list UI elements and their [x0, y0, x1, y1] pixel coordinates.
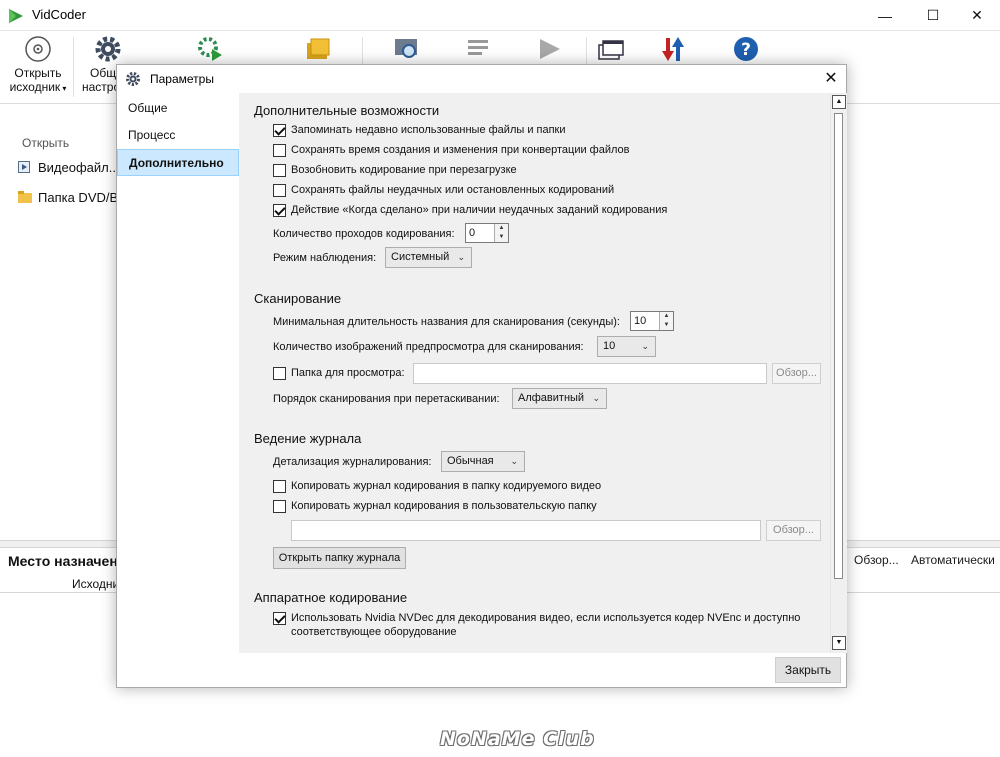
open-source-label-1: Открыть — [14, 66, 62, 80]
toolbar-separator — [73, 37, 74, 97]
folder-queue-icon[interactable] — [304, 35, 332, 63]
keep-failed-label: Сохранять файлы неудачных или остановлен… — [291, 184, 615, 196]
resume-on-restart-checkbox[interactable] — [273, 164, 286, 177]
queue-list-icon[interactable] — [466, 35, 494, 63]
nvdec-label-line2: соответствующее оборудование — [291, 626, 457, 638]
drag-order-select[interactable]: Алфавитный ⌄ — [512, 388, 607, 409]
log-verbosity-label: Детализация журналирования: — [273, 456, 432, 468]
nvdec-label-line1: Использовать Nvidia NVDec для декодирова… — [291, 612, 801, 624]
remember-recent-checkbox[interactable] — [273, 124, 286, 137]
svg-text:?: ? — [741, 40, 751, 60]
copy-log-to-custom-label: Копировать журнал кодирования в пользова… — [291, 500, 597, 512]
open-section-label: Открыть — [22, 136, 70, 150]
chevron-down-icon: ⌄ — [457, 252, 465, 262]
section-title-advanced: Дополнительные возможности — [254, 103, 440, 118]
close-window-button[interactable]: ✕ — [954, 0, 1000, 31]
resume-on-restart-label: Возобновить кодирование при перезагрузке — [291, 164, 517, 176]
open-log-folder-button[interactable]: Открыть папку журнала — [273, 547, 406, 569]
watch-mode-label: Режим наблюдения: — [273, 252, 377, 264]
section-title-logging: Ведение журнала — [254, 431, 362, 446]
folder-icon — [18, 191, 32, 203]
minimize-button[interactable]: — — [862, 0, 908, 31]
settings-scrollbar[interactable]: ▲ ▼ — [830, 93, 847, 653]
windows-icon[interactable] — [597, 35, 625, 63]
help-icon[interactable]: ? — [732, 35, 760, 63]
destination-browse-button[interactable]: Обзор... — [854, 553, 899, 567]
open-video-file-link[interactable]: Видеофайл... — [18, 160, 120, 175]
keep-failed-checkbox[interactable] — [273, 184, 286, 197]
copy-log-to-custom-checkbox[interactable] — [273, 500, 286, 513]
preview-search-icon[interactable] — [393, 35, 421, 63]
gear-icon — [126, 72, 140, 86]
dialog-title: Параметры — [150, 72, 214, 86]
app-titlebar: VidCoder — ☐ ✕ — [0, 0, 1000, 31]
play-encode-icon[interactable] — [535, 35, 563, 63]
chevron-down-icon: ⌄ — [592, 393, 600, 403]
encode-passes-label: Количество проходов кодирования: — [273, 228, 455, 240]
stepper-arrows[interactable]: ▲ ▼ — [659, 312, 673, 330]
destination-title: Место назначен — [8, 553, 118, 569]
dialog-footer — [117, 653, 846, 687]
remember-recent-label: Запоминать недавно использованные файлы … — [291, 124, 566, 136]
scroll-down-arrow-icon[interactable]: ▼ — [832, 636, 846, 650]
maximize-button[interactable]: ☐ — [910, 0, 956, 31]
stepper-arrows[interactable]: ▲ ▼ — [494, 224, 508, 242]
chevron-down-icon: ⌄ — [510, 456, 518, 466]
min-title-label: Минимальная длительность названия для ск… — [273, 316, 620, 328]
settings-nav: Общие Процесс Дополнительно — [117, 93, 239, 653]
section-title-scan: Сканирование — [254, 291, 342, 306]
destination-source-label: Исходни — [72, 577, 120, 591]
keep-timestamps-label: Сохранять время создания и изменения при… — [291, 144, 630, 156]
preview-count-select[interactable]: 10 ⌄ — [597, 336, 656, 357]
section-title-hardware: Аппаратное кодирование — [254, 590, 408, 605]
watch-folder-input[interactable] — [413, 363, 767, 384]
chevron-down-icon: ⌄ — [641, 341, 649, 351]
when-done-action-checkbox[interactable] — [273, 204, 286, 217]
vidcoder-logo-icon — [9, 9, 23, 23]
copy-log-to-video-label: Копировать журнал кодирования в папку ко… — [291, 480, 602, 492]
settings-content: Дополнительные возможности Запоминать не… — [239, 93, 846, 653]
min-title-stepper[interactable]: 10 ▲ ▼ — [630, 311, 674, 331]
watermark-text: NoNaMe Club — [440, 728, 595, 750]
close-button[interactable]: Закрыть — [775, 657, 841, 683]
nvdec-checkbox[interactable] — [273, 612, 286, 625]
watch-folder-checkbox[interactable] — [273, 367, 286, 380]
disc-icon — [25, 36, 51, 62]
encode-settings-icon[interactable] — [196, 35, 224, 63]
nav-item-advanced[interactable]: Дополнительно — [117, 149, 239, 176]
encode-passes-stepper[interactable]: 0 ▲ ▼ — [465, 223, 509, 243]
open-dvd-folder-link[interactable]: Папка DVD/B — [18, 190, 118, 205]
gear-icon — [95, 36, 121, 62]
open-source-label-2: исходник ▾ — [9, 80, 67, 94]
custom-log-browse-button[interactable]: Обзор... — [766, 520, 821, 541]
watch-folder-label: Папка для просмотра: — [291, 367, 405, 379]
keep-timestamps-checkbox[interactable] — [273, 144, 286, 157]
sort-arrows-icon[interactable] — [659, 35, 687, 63]
scroll-up-arrow-icon[interactable]: ▲ — [832, 95, 846, 109]
preview-count-label: Количество изображений предпросмотра для… — [273, 341, 584, 353]
scroll-thumb[interactable] — [834, 113, 843, 579]
open-source-pane: Открыть Видеофайл... Папка DVD/B — [0, 120, 120, 540]
dialog-titlebar: Параметры ✕ — [117, 65, 846, 93]
watch-mode-select[interactable]: Системный ⌄ — [385, 247, 472, 268]
copy-log-to-video-checkbox[interactable] — [273, 480, 286, 493]
settings-dialog: Параметры ✕ Общие Процесс Дополнительно … — [116, 64, 847, 688]
custom-log-folder-input[interactable] — [291, 520, 761, 541]
when-done-action-label: Действие «Когда сделано» при наличии неу… — [291, 204, 668, 216]
log-verbosity-select[interactable]: Обычная ⌄ — [441, 451, 525, 472]
nav-item-general[interactable]: Общие — [117, 95, 239, 122]
destination-auto-button[interactable]: Автоматически — [911, 553, 995, 567]
video-file-icon — [18, 161, 30, 173]
watch-folder-browse-button[interactable]: Обзор... — [772, 363, 821, 384]
drag-order-label: Порядок сканирования при перетаскивании: — [273, 393, 500, 405]
app-title: VidCoder — [32, 7, 86, 22]
nav-item-process[interactable]: Процесс — [117, 122, 239, 149]
dialog-close-icon[interactable]: ✕ — [819, 68, 843, 90]
